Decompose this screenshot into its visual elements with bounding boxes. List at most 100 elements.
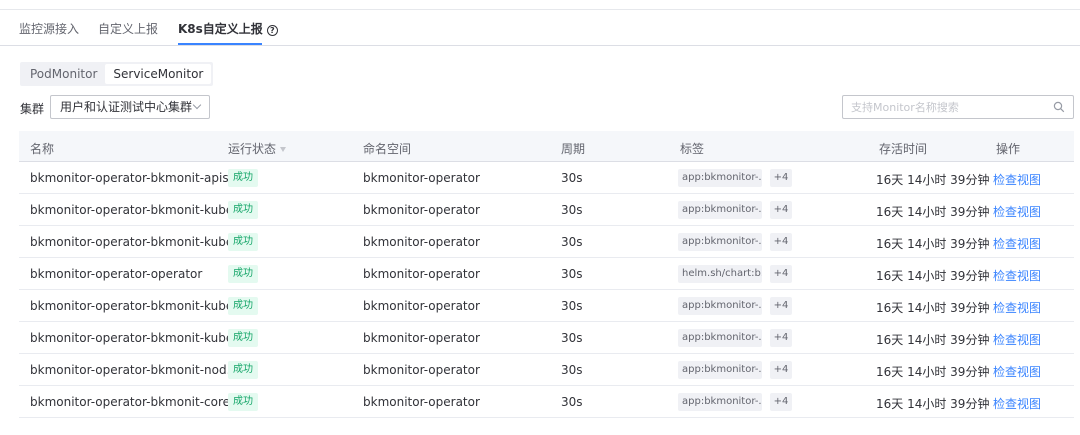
tab-k8s-custom-report[interactable]: K8s自定义上报? <box>178 20 278 37</box>
header-action: 操作 <box>996 142 1021 156</box>
uptime-value: 16天 14小时 39分钟 <box>876 365 990 379</box>
period-value: 30s <box>561 395 583 409</box>
uptime-value: 16天 14小时 39分钟 <box>876 269 990 283</box>
monitor-type-switch: PodMonitor ServiceMonitor <box>20 62 214 86</box>
uptime-value: 16天 14小时 39分钟 <box>876 397 990 411</box>
period-value: 30s <box>561 203 583 217</box>
label-tag[interactable]: app:bkmonitor-... <box>678 329 762 347</box>
header-status-label: 运行状态 <box>228 142 277 156</box>
period-value: 30s <box>561 171 583 185</box>
label-tag[interactable]: app:bkmonitor-... <box>678 393 762 411</box>
monitor-name: bkmonitor-operator-bkmonit-core... <box>30 395 242 409</box>
more-labels-tag[interactable]: +4 <box>770 233 792 251</box>
uptime-value: 16天 14小时 39分钟 <box>876 205 990 219</box>
label-tag[interactable]: app:bkmonitor-... <box>678 233 762 251</box>
help-icon[interactable]: ? <box>266 25 278 36</box>
table-row: bkmonitor-operator-bkmonit-apis... 成功 bkmo… <box>19 162 1074 194</box>
search-box <box>842 95 1074 119</box>
table-row: bkmonitor-operator-bkmonit-core... 成功 bkmo… <box>19 386 1074 418</box>
status-badge: 成功 <box>228 169 258 187</box>
active-tab-indicator <box>178 43 262 45</box>
cluster-label: 集群 <box>20 102 45 116</box>
monitor-table: 名称 运行状态 命名空间 周期 标签 存活时间 操作 bkmonitor-ope… <box>19 131 1074 418</box>
table-row: bkmonitor-operator-bkmonit-kube... 成功 bkmo… <box>19 322 1074 354</box>
more-labels-tag[interactable]: +4 <box>770 201 792 219</box>
tab-monitor-source[interactable]: 监控源接入 <box>19 20 79 37</box>
header-uptime: 存活时间 <box>879 142 928 156</box>
header-name: 名称 <box>30 142 55 156</box>
monitor-name: bkmonitor-operator-bkmonit-nod... <box>30 363 239 377</box>
header-status[interactable]: 运行状态 <box>228 140 287 157</box>
monitor-name: bkmonitor-operator-bkmonit-kube... <box>30 203 245 217</box>
tab-custom-report[interactable]: 自定义上报 <box>98 20 158 37</box>
namespace-value: bkmonitor-operator <box>363 363 480 377</box>
service-monitor-option[interactable]: ServiceMonitor <box>105 64 212 84</box>
check-view-link[interactable]: 检查视图 <box>993 299 1041 316</box>
more-labels-tag[interactable]: +4 <box>770 393 792 411</box>
more-labels-tag[interactable]: +4 <box>770 297 792 315</box>
table-row: bkmonitor-operator-bkmonit-nod... 成功 bkmon… <box>19 354 1074 386</box>
status-badge: 成功 <box>228 265 258 283</box>
status-badge: 成功 <box>228 361 258 379</box>
check-view-link[interactable]: 检查视图 <box>993 331 1041 348</box>
uptime-value: 16天 14小时 39分钟 <box>876 237 990 251</box>
period-value: 30s <box>561 267 583 281</box>
label-tag[interactable]: app:bkmonitor-... <box>678 297 762 315</box>
check-view-link[interactable]: 检查视图 <box>993 203 1041 220</box>
monitor-name: bkmonitor-operator-operator <box>30 267 203 281</box>
uptime-value: 16天 14小时 39分钟 <box>876 301 990 315</box>
period-value: 30s <box>561 363 583 377</box>
table-header: 名称 运行状态 命名空间 周期 标签 存活时间 操作 <box>19 131 1074 162</box>
monitor-name: bkmonitor-operator-bkmonit-apis... <box>30 171 241 185</box>
period-value: 30s <box>561 299 583 313</box>
check-view-link[interactable]: 检查视图 <box>993 363 1041 380</box>
cluster-select[interactable]: 用户和认证测试中心集群 <box>50 95 210 119</box>
pod-monitor-option[interactable]: PodMonitor <box>22 64 105 84</box>
period-value: 30s <box>561 331 583 345</box>
namespace-value: bkmonitor-operator <box>363 171 480 185</box>
more-labels-tag[interactable]: +4 <box>770 361 792 379</box>
status-badge: 成功 <box>228 297 258 315</box>
check-view-link[interactable]: 检查视图 <box>993 171 1041 188</box>
label-tag[interactable]: helm.sh/chart:b... <box>678 265 762 283</box>
status-badge: 成功 <box>228 329 258 347</box>
uptime-value: 16天 14小时 39分钟 <box>876 333 990 347</box>
check-view-link[interactable]: 检查视图 <box>993 395 1041 412</box>
label-tag[interactable]: app:bkmonitor-... <box>678 361 762 379</box>
header-period: 周期 <box>561 142 586 156</box>
search-input[interactable] <box>843 96 1043 118</box>
more-labels-tag[interactable]: +4 <box>770 329 792 347</box>
table-row: bkmonitor-operator-bkmonit-kube... 成功 bkmo… <box>19 194 1074 226</box>
namespace-value: bkmonitor-operator <box>363 331 480 345</box>
more-labels-tag[interactable]: +4 <box>770 169 792 187</box>
uptime-value: 16天 14小时 39分钟 <box>876 173 990 187</box>
tab-k8s-custom-report-label: K8s自定义上报 <box>178 22 263 36</box>
namespace-value: bkmonitor-operator <box>363 395 480 409</box>
status-badge: 成功 <box>228 233 258 251</box>
cluster-select-value: 用户和认证测试中心集群 <box>60 100 193 114</box>
filter-icon[interactable] <box>280 147 287 152</box>
table-row: bkmonitor-operator-operator 成功 bkmonitor-o… <box>19 258 1074 290</box>
period-value: 30s <box>561 235 583 249</box>
table-row: bkmonitor-operator-bkmonit-kube... 成功 bkmo… <box>19 290 1074 322</box>
status-badge: 成功 <box>228 393 258 411</box>
check-view-link[interactable]: 检查视图 <box>993 235 1041 252</box>
monitor-name: bkmonitor-operator-bkmonit-kube... <box>30 331 245 345</box>
monitor-name: bkmonitor-operator-bkmonit-kube... <box>30 299 245 313</box>
chevron-down-icon <box>192 100 202 110</box>
search-icon[interactable] <box>1053 101 1065 113</box>
namespace-value: bkmonitor-operator <box>363 267 480 281</box>
more-labels-tag[interactable]: +4 <box>770 265 792 283</box>
monitor-name: bkmonitor-operator-bkmonit-kube... <box>30 235 245 249</box>
namespace-value: bkmonitor-operator <box>363 203 480 217</box>
status-badge: 成功 <box>228 201 258 219</box>
tab-bar: 监控源接入 自定义上报 K8s自定义上报? <box>0 10 1080 46</box>
namespace-value: bkmonitor-operator <box>363 235 480 249</box>
table-body: bkmonitor-operator-bkmonit-apis... 成功 bkmo… <box>19 162 1074 418</box>
table-row: bkmonitor-operator-bkmonit-kube... 成功 bkmo… <box>19 226 1074 258</box>
label-tag[interactable]: app:bkmonitor-... <box>678 201 762 219</box>
check-view-link[interactable]: 检查视图 <box>993 267 1041 284</box>
label-tag[interactable]: app:bkmonitor-... <box>678 169 762 187</box>
header-labels: 标签 <box>680 142 705 156</box>
namespace-value: bkmonitor-operator <box>363 299 480 313</box>
